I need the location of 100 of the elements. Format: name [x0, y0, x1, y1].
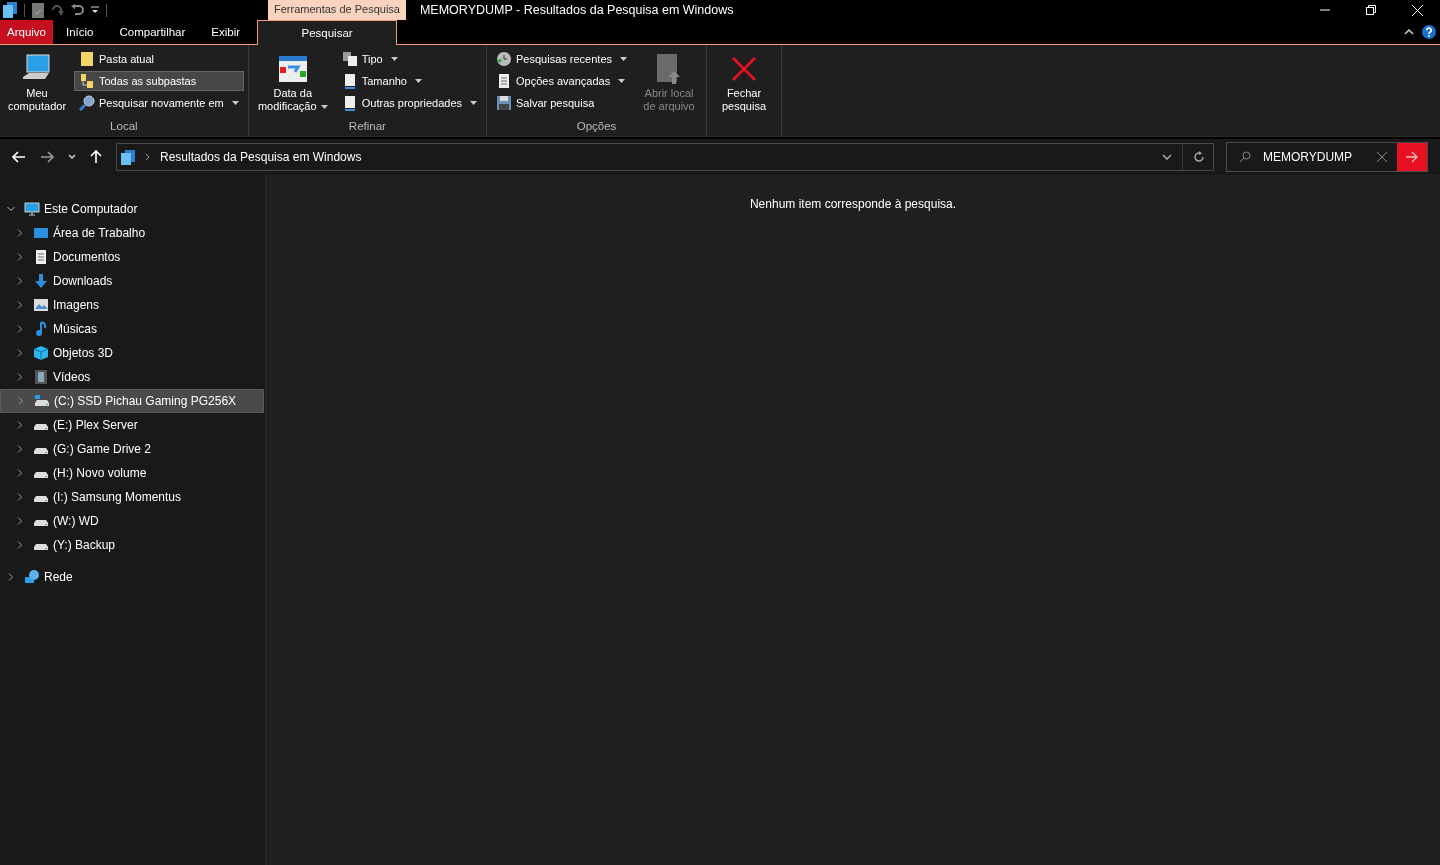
ribbon-tab[interactable]: Pesquisar [257, 20, 398, 45]
ribbon-button[interactable]: Opções avançadas [491, 71, 632, 91]
chevron-right-icon[interactable] [16, 373, 24, 381]
tree-item[interactable]: (I:) Samsung Momentus [0, 485, 264, 509]
clock-icon [496, 51, 512, 67]
close-icon [731, 56, 757, 82]
customize-dropdown-icon[interactable] [91, 6, 99, 14]
document-icon [343, 73, 356, 89]
chevron-right-icon[interactable] [16, 421, 24, 429]
tree-item[interactable]: (H:) Novo volume [0, 461, 264, 485]
chevron-right-icon[interactable] [16, 277, 24, 285]
folder-icon [80, 51, 94, 67]
ribbon-button[interactable]: Pesquisar novamente em [74, 93, 244, 113]
chevron-right-icon[interactable] [16, 469, 24, 477]
clear-icon[interactable] [1377, 152, 1387, 162]
restore-icon [1366, 5, 1376, 15]
tree-item[interactable]: Vídeos [0, 365, 264, 389]
tree-item[interactable]: Área de Trabalho [0, 221, 264, 245]
ribbon-button[interactable]: Tamanho [336, 71, 482, 91]
folders-icon[interactable] [3, 2, 17, 18]
chevron-right-icon[interactable] [16, 229, 24, 237]
drive-icon [33, 395, 50, 407]
chevron-right-icon[interactable] [16, 493, 24, 501]
search-go-button[interactable] [1397, 143, 1427, 171]
contextual-tab-header: Ferramentas de Pesquisa [268, 0, 406, 20]
files-icon [341, 51, 358, 67]
chevron-right-icon[interactable] [17, 397, 25, 405]
folders-icon [121, 149, 135, 165]
desktop-icon [32, 225, 49, 241]
undo-icon[interactable] [71, 3, 84, 17]
tree-item[interactable]: Downloads [0, 269, 264, 293]
ribbon-button[interactable]: Outras propriedades [336, 93, 482, 113]
ribbon-button[interactable]: Todas as subpastas [74, 71, 244, 91]
document-icon [34, 249, 47, 265]
tree-item[interactable]: Rede [0, 565, 264, 589]
tree-item[interactable]: (W:) WD [0, 509, 264, 533]
tree-item[interactable]: Músicas [0, 317, 264, 341]
calendar-icon [277, 55, 308, 83]
up-arrow-icon[interactable] [90, 150, 102, 164]
monitor-icon [23, 201, 40, 217]
ribbon-tab[interactable]: Compartilhar [106, 20, 199, 44]
arrow-right-icon [1405, 151, 1419, 163]
tree-item[interactable]: (Y:) Backup [0, 533, 264, 557]
tree-item[interactable]: (E:) Plex Server [0, 413, 264, 437]
help-icon[interactable] [1422, 25, 1436, 39]
ribbon-tab[interactable]: Arquivo [0, 20, 53, 44]
list-document-icon [498, 73, 510, 89]
chevron-down-icon[interactable] [68, 154, 76, 160]
network-globe-icon [23, 569, 40, 585]
download-arrow-icon [33, 273, 48, 289]
ribbon-tab[interactable]: Exibir [198, 20, 254, 44]
chevron-right-icon [145, 153, 150, 161]
tree-item[interactable]: (C:) SSD Pichau Gaming PG256X [0, 389, 264, 413]
chevron-right-icon[interactable] [16, 349, 24, 357]
chevron-right-icon[interactable] [16, 301, 24, 309]
magnifier-icon [79, 95, 95, 111]
group-label: Local [109, 120, 139, 134]
empty-message: Nenhum item corresponde à pesquisa. [749, 197, 957, 213]
film-icon [33, 369, 48, 385]
chevron-right-icon[interactable] [16, 253, 24, 261]
document-check-icon[interactable] [32, 2, 44, 18]
search-input[interactable]: MEMORYDUMP [1261, 149, 1367, 165]
ribbon-button[interactable]: Tipo [336, 49, 482, 69]
chevron-right-icon[interactable] [16, 541, 24, 549]
tree-item[interactable]: Documentos [0, 245, 264, 269]
ribbon-button[interactable]: Pesquisas recentes [491, 49, 632, 69]
search-field[interactable]: MEMORYDUMP [1226, 142, 1428, 172]
tree-item[interactable]: (G:) Game Drive 2 [0, 437, 264, 461]
chevron-up-icon[interactable] [1404, 29, 1414, 35]
chevron-right-icon[interactable] [16, 445, 24, 453]
picture-icon [32, 298, 49, 312]
tree-item[interactable]: Objetos 3D [0, 341, 264, 365]
ribbon-button[interactable]: Fechar pesquisa [711, 49, 777, 115]
folders-icon [80, 73, 94, 89]
group-label: Opções [575, 120, 618, 134]
forward-arrow-icon[interactable] [40, 151, 54, 163]
ribbon-button[interactable]: Meu computador [4, 49, 70, 115]
cube-icon [32, 345, 49, 361]
refresh-icon[interactable] [1193, 151, 1205, 163]
tree-item[interactable]: Este Computador [0, 197, 264, 221]
group-label: Refinar [347, 120, 387, 134]
ribbon-button[interactable]: Data da modificação [252, 49, 333, 115]
close-icon [1411, 4, 1423, 16]
chevron-right-icon[interactable] [16, 517, 24, 525]
ribbon-button[interactable]: Pasta atual [74, 49, 244, 69]
window-title: MEMORYDUMP - Resultados da Pesquisa em Windows [419, 3, 735, 17]
chevron-right-icon[interactable] [16, 325, 24, 333]
chevron-right-icon[interactable] [7, 573, 15, 581]
document-arrow-icon [656, 53, 682, 85]
address-path: Resultados da Pesquisa em Windows [160, 150, 362, 164]
music-note-icon [34, 321, 47, 337]
ribbon-tab[interactable]: Início [53, 20, 107, 44]
tree-item[interactable]: Imagens [0, 293, 264, 317]
document-icon [343, 95, 356, 111]
redo-icon[interactable] [51, 3, 64, 17]
ribbon-button[interactable]: Salvar pesquisa [491, 93, 632, 113]
chevron-down-icon[interactable] [1162, 154, 1172, 160]
back-arrow-icon[interactable] [12, 151, 26, 163]
search-icon [1239, 151, 1251, 163]
address-bar[interactable]: Resultados da Pesquisa em Windows [116, 143, 1214, 171]
